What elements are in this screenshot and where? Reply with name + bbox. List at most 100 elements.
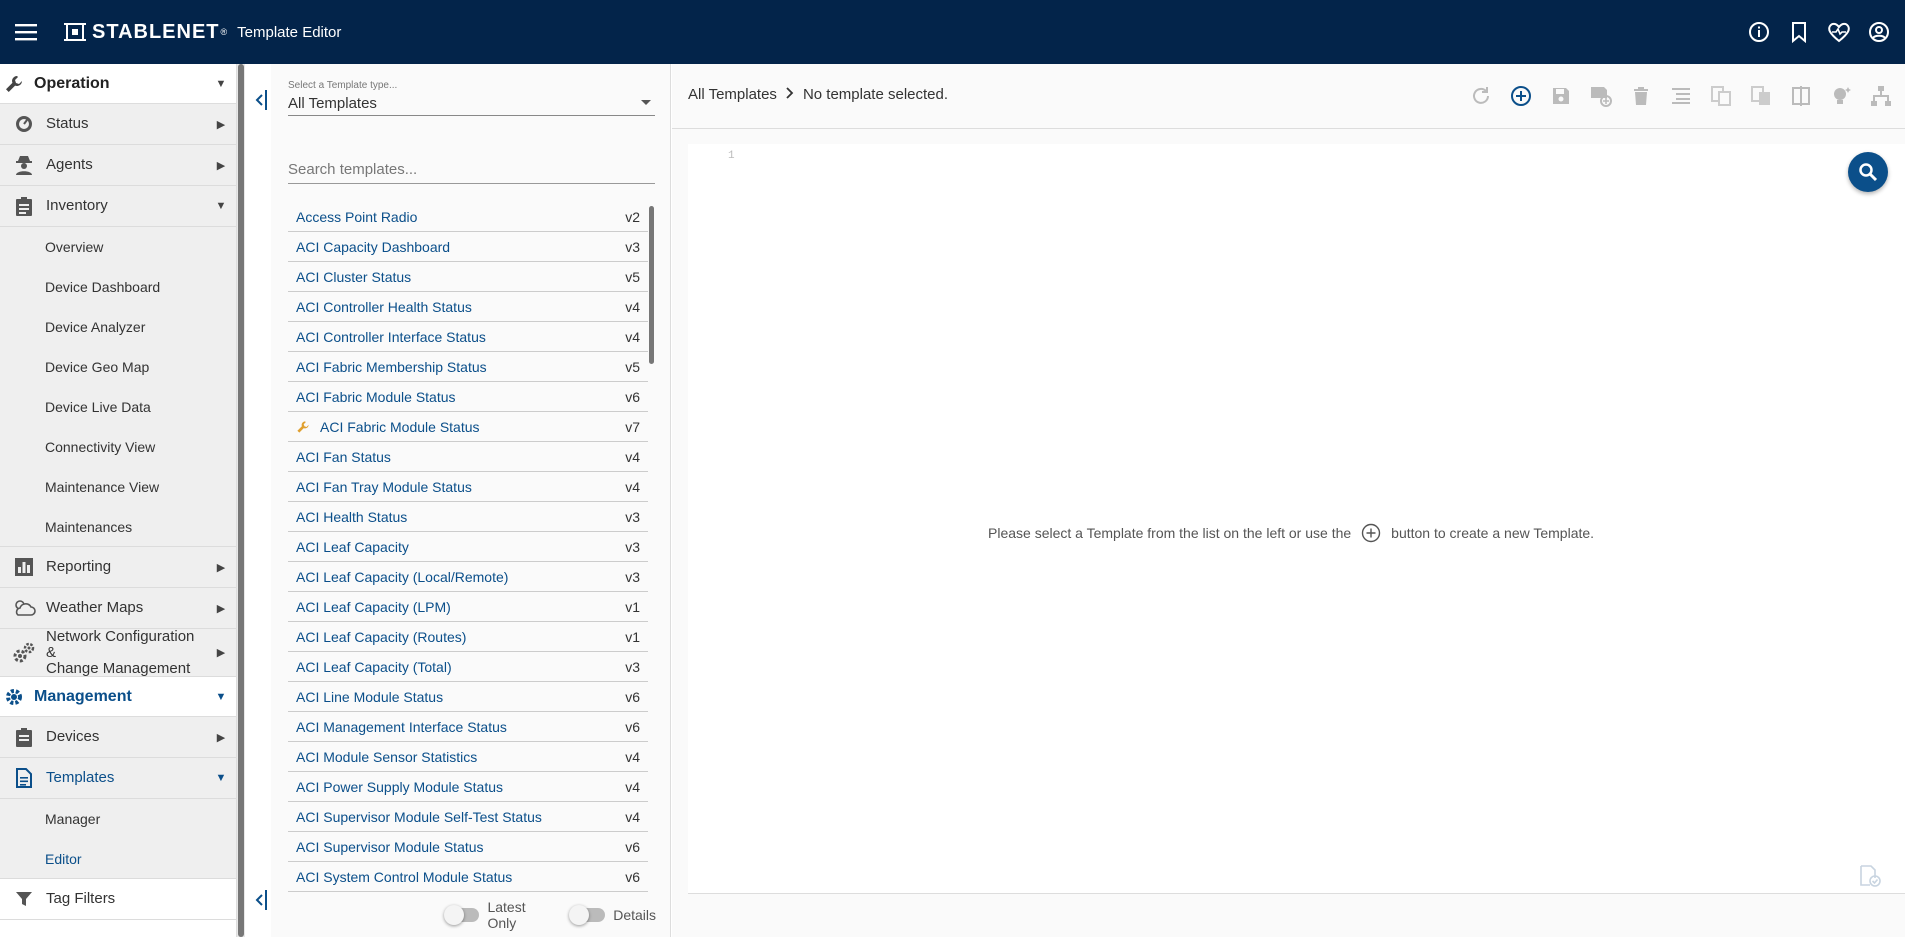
template-list-item[interactable]: ACI Leaf Capacity (Routes) v1: [288, 622, 648, 652]
template-list-scrollbar-thumb[interactable]: [649, 206, 654, 364]
template-name[interactable]: ACI Controller Interface Status: [296, 329, 625, 345]
template-list-item[interactable]: ACI Leaf Capacity (Local/Remote) v3: [288, 562, 648, 592]
template-list-item[interactable]: Access Point Radio v2: [288, 202, 648, 232]
info-icon[interactable]: [1747, 20, 1771, 44]
nav-sub-device-geo-map[interactable]: Device Geo Map: [0, 347, 236, 387]
template-name[interactable]: ACI Fabric Module Status: [296, 389, 625, 405]
template-name[interactable]: ACI Line Module Status: [296, 689, 625, 705]
template-name[interactable]: ACI Supervisor Module Self-Test Status: [296, 809, 625, 825]
template-name[interactable]: ACI Fan Tray Module Status: [296, 479, 625, 495]
template-name[interactable]: ACI Fan Status: [296, 449, 625, 465]
code-editor[interactable]: 1: [688, 144, 1905, 894]
nav-section-operation[interactable]: Operation ▼: [0, 64, 236, 104]
template-list-item[interactable]: ACI Leaf Capacity v3: [288, 532, 648, 562]
template-name[interactable]: ACI Power Supply Module Status: [296, 779, 625, 795]
refresh-icon[interactable]: [1469, 84, 1493, 108]
nav-sub-device-live-data[interactable]: Device Live Data: [0, 387, 236, 427]
collapse-list-button[interactable]: [248, 888, 272, 912]
nav-item-status[interactable]: Status ▶: [0, 104, 236, 145]
template-list-item[interactable]: ACI Fabric Module Status v7: [288, 412, 648, 442]
template-list-item[interactable]: ACI System Control Module Status v6: [288, 862, 648, 892]
nav-scrollbar-thumb[interactable]: [238, 64, 244, 937]
nav-sub-editor[interactable]: Editor: [0, 839, 236, 879]
template-type-select[interactable]: All Templates: [288, 92, 655, 116]
details-toggle[interactable]: Details: [569, 905, 656, 925]
template-list-item[interactable]: ACI Leaf Capacity (LPM) v1: [288, 592, 648, 622]
template-list-item[interactable]: ACI Line Module Status v6: [288, 682, 648, 712]
template-name[interactable]: ACI Leaf Capacity: [296, 539, 625, 555]
template-search-input[interactable]: [288, 156, 655, 184]
latest-only-switch[interactable]: [443, 905, 480, 925]
template-list-item[interactable]: ACI Cluster Status v5: [288, 262, 648, 292]
breadcrumb-root[interactable]: All Templates: [688, 86, 777, 103]
hint-icon[interactable]: [1829, 84, 1853, 108]
nav-scrollbar[interactable]: [237, 64, 245, 937]
nav-sub-device-analyzer[interactable]: Device Analyzer: [0, 307, 236, 347]
template-list-scrollbar[interactable]: [649, 202, 655, 937]
search-fab-button[interactable]: [1848, 152, 1888, 192]
template-name[interactable]: ACI Leaf Capacity (Local/Remote): [296, 569, 625, 585]
nav-item-agents[interactable]: Agents ▶: [0, 145, 236, 186]
split-view-icon[interactable]: [1789, 84, 1813, 108]
template-name[interactable]: ACI Controller Health Status: [296, 299, 625, 315]
save-icon[interactable]: [1549, 84, 1573, 108]
template-name[interactable]: Access Point Radio: [296, 209, 625, 225]
template-name[interactable]: ACI System Control Module Status: [296, 869, 625, 885]
nav-sub-manager[interactable]: Manager: [0, 799, 236, 839]
nav-item-inventory[interactable]: Inventory ▼: [0, 186, 236, 227]
template-list-item[interactable]: ACI Supervisor Module Self-Test Status v4: [288, 802, 648, 832]
template-list-item[interactable]: ACI Supervisor Module Status v6: [288, 832, 648, 862]
format-icon[interactable]: [1669, 84, 1693, 108]
template-list-item[interactable]: ACI Capacity Dashboard v3: [288, 232, 648, 262]
details-switch[interactable]: [569, 905, 606, 925]
template-list-item[interactable]: ACI Controller Interface Status v4: [288, 322, 648, 352]
save-as-icon[interactable]: [1589, 84, 1613, 108]
health-icon[interactable]: [1827, 20, 1851, 44]
template-name[interactable]: ACI Leaf Capacity (Routes): [296, 629, 625, 645]
nav-item-devices[interactable]: Devices ▶: [0, 717, 236, 758]
template-list-item[interactable]: ACI Health Status v3: [288, 502, 648, 532]
template-name[interactable]: ACI Leaf Capacity (LPM): [296, 599, 625, 615]
template-name[interactable]: ACI Management Interface Status: [296, 719, 625, 735]
template-name[interactable]: ACI Fabric Membership Status: [296, 359, 625, 375]
template-name[interactable]: ACI Fabric Module Status: [320, 419, 625, 435]
template-name[interactable]: ACI Capacity Dashboard: [296, 239, 625, 255]
template-name[interactable]: ACI Module Sensor Statistics: [296, 749, 625, 765]
delete-icon[interactable]: [1629, 84, 1653, 108]
nav-sub-maintenance-view[interactable]: Maintenance View: [0, 467, 236, 507]
nav-item-ncm[interactable]: Network Configuration & Change Management…: [0, 628, 236, 677]
template-list-item[interactable]: ACI Fan Status v4: [288, 442, 648, 472]
copy-icon[interactable]: [1709, 84, 1733, 108]
nav-sub-overview[interactable]: Overview: [0, 227, 236, 267]
nav-sub-connectivity-view[interactable]: Connectivity View: [0, 427, 236, 467]
compare-icon[interactable]: [1749, 84, 1773, 108]
template-name[interactable]: ACI Cluster Status: [296, 269, 625, 285]
nav-item-templates[interactable]: Templates ▼: [0, 758, 236, 799]
collapse-nav-button[interactable]: [248, 88, 272, 112]
nav-item-tag-filters[interactable]: Tag Filters: [0, 879, 236, 920]
nav-section-management[interactable]: Management ▼: [0, 677, 236, 717]
template-list-item[interactable]: ACI Fabric Module Status v6: [288, 382, 648, 412]
template-list-item[interactable]: ACI Controller Health Status v4: [288, 292, 648, 322]
document-check-icon[interactable]: [1858, 864, 1882, 892]
latest-only-toggle[interactable]: Latest Only: [443, 899, 557, 931]
nav-sub-maintenances[interactable]: Maintenances: [0, 507, 236, 547]
template-list-item[interactable]: ACI Fan Tray Module Status v4: [288, 472, 648, 502]
template-name[interactable]: ACI Health Status: [296, 509, 625, 525]
nav-item-weather-maps[interactable]: Weather Maps ▶: [0, 588, 236, 629]
brand[interactable]: STABLENET ® Template Editor: [64, 21, 341, 44]
template-list-item[interactable]: ACI Fabric Membership Status v5: [288, 352, 648, 382]
tree-icon[interactable]: [1869, 84, 1893, 108]
template-list-item[interactable]: ACI Module Sensor Statistics v4: [288, 742, 648, 772]
template-name[interactable]: ACI Leaf Capacity (Total): [296, 659, 625, 675]
nav-sub-device-dashboard[interactable]: Device Dashboard: [0, 267, 236, 307]
menu-icon[interactable]: [2, 0, 50, 64]
bookmark-icon[interactable]: [1787, 20, 1811, 44]
template-name[interactable]: ACI Supervisor Module Status: [296, 839, 625, 855]
account-icon[interactable]: [1867, 20, 1891, 44]
template-list-item[interactable]: ACI Power Supply Module Status v4: [288, 772, 648, 802]
nav-item-reporting[interactable]: Reporting ▶: [0, 547, 236, 588]
template-list-item[interactable]: ACI Leaf Capacity (Total) v3: [288, 652, 648, 682]
template-list-item[interactable]: ACI Management Interface Status v6: [288, 712, 648, 742]
add-icon[interactable]: [1509, 84, 1533, 108]
